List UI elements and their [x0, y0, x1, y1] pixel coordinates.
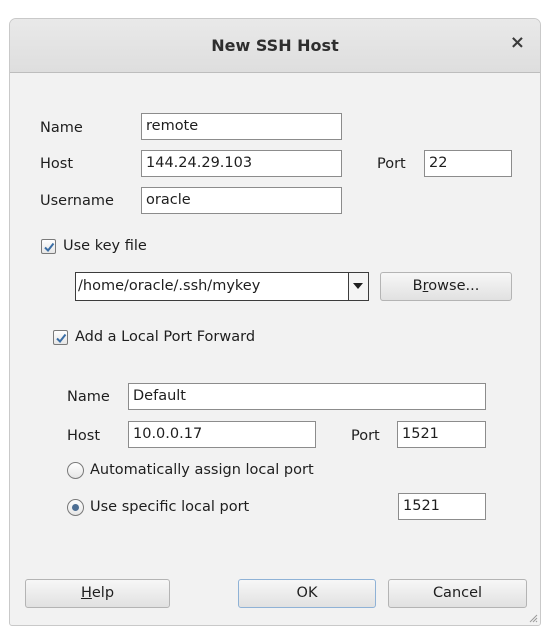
forward-host-label: Host	[67, 428, 101, 444]
host-input[interactable]: 144.24.29.103	[141, 150, 342, 177]
use-key-file-checkbox[interactable]	[41, 239, 56, 254]
key-file-path: /home/oracle/.ssh/mykey	[78, 278, 261, 294]
name-input[interactable]: remote	[141, 113, 342, 140]
port-label: Port	[377, 156, 406, 172]
specific-port-label: Use specific local port	[90, 499, 250, 515]
forward-name-input[interactable]: Default	[128, 383, 486, 410]
port-input[interactable]: 22	[424, 150, 512, 177]
add-port-forward-checkbox[interactable]	[53, 330, 68, 345]
username-label: Username	[40, 193, 114, 209]
chevron-down-icon	[353, 283, 363, 289]
cancel-button[interactable]: Cancel	[388, 579, 527, 608]
resize-grip-icon[interactable]	[528, 613, 538, 623]
check-icon	[56, 333, 67, 344]
title-bar: New SSH Host ×	[10, 19, 540, 73]
combo-dropdown-button[interactable]	[348, 273, 368, 300]
browse-suffix: owse...	[428, 278, 480, 294]
close-icon[interactable]: ×	[510, 33, 525, 53]
help-rest: elp	[91, 585, 115, 601]
specific-port-radio[interactable]	[67, 499, 84, 516]
radio-selected-dot	[72, 504, 79, 511]
help-mnemonic: H	[80, 585, 92, 601]
username-input[interactable]: oracle	[141, 187, 342, 214]
local-port-input[interactable]: 1521	[398, 493, 486, 520]
dialog-title: New SSH Host	[211, 36, 339, 55]
forward-name-label: Name	[67, 389, 110, 405]
help-button[interactable]: Help	[25, 579, 170, 608]
add-port-forward-label: Add a Local Port Forward	[75, 329, 256, 345]
forward-host-input[interactable]: 10.0.0.17	[128, 421, 316, 448]
key-file-combo[interactable]: /home/oracle/.ssh/mykey	[75, 272, 369, 301]
use-key-file-label: Use key file	[63, 238, 147, 254]
name-label: Name	[40, 120, 83, 136]
new-ssh-host-dialog: New SSH Host × Name remote Host 144.24.2…	[9, 18, 541, 626]
check-icon	[44, 242, 55, 253]
forward-port-input[interactable]: 1521	[397, 421, 486, 448]
forward-port-label: Port	[351, 428, 380, 444]
auto-port-label: Automatically assign local port	[90, 462, 314, 478]
auto-port-radio[interactable]	[67, 462, 84, 479]
browse-prefix: B	[412, 278, 423, 294]
host-label: Host	[40, 156, 74, 172]
browse-button[interactable]: Browse...	[380, 272, 512, 301]
ok-button[interactable]: OK	[238, 579, 376, 608]
